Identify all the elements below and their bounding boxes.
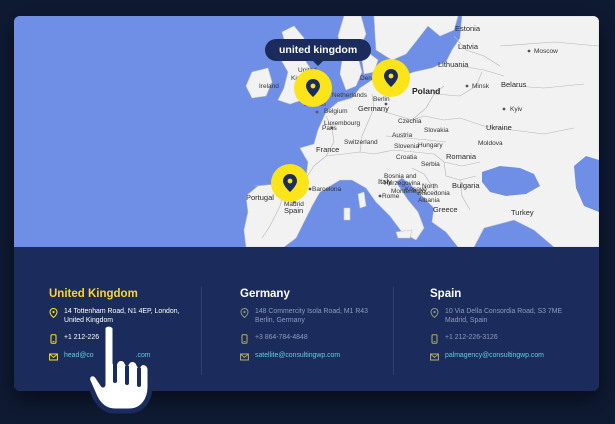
svg-text:Austria: Austria (392, 132, 413, 139)
address-text: 10 Via Della Consordia Road, S3 7ME Madr… (445, 308, 563, 324)
map-marker-icon (240, 308, 249, 318)
svg-text:Serbia: Serbia (421, 161, 440, 168)
svg-text:Belgium: Belgium (324, 108, 347, 115)
phone-row: +1 212-226-3126 (430, 334, 599, 344)
svg-text:Kyiv: Kyiv (510, 106, 523, 113)
map-marker-icon (430, 308, 439, 318)
phone-link[interactable]: +1 212-226-3126 (445, 334, 498, 341)
svg-text:Bulgaria: Bulgaria (452, 181, 480, 190)
svg-text:Romania: Romania (446, 152, 477, 161)
location-title: Germany (240, 288, 290, 300)
svg-text:Albania: Albania (418, 197, 440, 204)
location-title: Spain (430, 288, 462, 300)
svg-text:Estonia: Estonia (455, 24, 481, 33)
svg-text:Slovakia: Slovakia (424, 127, 449, 134)
svg-text:Rome: Rome (382, 193, 400, 200)
location-spain[interactable]: Spain 10 Via Della Consordia Road, S3 7M… (430, 288, 599, 369)
europe-map[interactable]: Estonia Latvia Lithuania Belarus Poland … (14, 16, 599, 247)
svg-text:Barcelona: Barcelona (312, 186, 342, 193)
location-germany[interactable]: Germany 148 Commercity Isola Road, M1 R4… (240, 288, 410, 369)
location-tooltip: united kingdom (265, 39, 372, 66)
svg-text:Berlin: Berlin (373, 96, 390, 103)
svg-text:Portugal: Portugal (246, 193, 274, 202)
svg-text:Greece: Greece (433, 205, 458, 214)
email-row: satellite@consultingwp.com (240, 352, 410, 361)
envelope-icon (430, 353, 439, 361)
address-row: 148 Commercity Isola Road, M1 R43 Berlin… (240, 308, 410, 325)
phone-icon (431, 334, 438, 344)
svg-text:Turkey: Turkey (511, 208, 534, 217)
address-row: 10 Via Della Consordia Road, S3 7ME Madr… (430, 308, 599, 325)
map-marker-icon (306, 79, 320, 97)
svg-text:France: France (316, 145, 339, 154)
svg-text:Netherlands: Netherlands (332, 92, 368, 99)
svg-text:Croatia: Croatia (396, 154, 417, 161)
envelope-icon (49, 353, 58, 361)
phone-row: +3 864-784-4848 (240, 334, 410, 344)
envelope-icon (240, 353, 249, 361)
svg-text:Bosnia and: Bosnia and (384, 173, 417, 180)
map-marker-icon (384, 69, 398, 87)
tooltip-label: united kingdom (279, 44, 358, 56)
svg-text:Lithuania: Lithuania (438, 60, 469, 69)
svg-text:Hungary: Hungary (418, 142, 443, 149)
email-row: palmagency@consultingwp.com (430, 352, 599, 361)
svg-text:Czechia: Czechia (398, 118, 422, 125)
svg-text:Ukraine: Ukraine (486, 123, 512, 132)
svg-text:Belarus: Belarus (501, 80, 527, 89)
map-pin-germany[interactable] (372, 59, 410, 97)
email-link[interactable]: satellite@consultingwp.com (255, 352, 340, 359)
svg-text:Germany: Germany (358, 104, 389, 113)
svg-text:Moscow: Moscow (534, 48, 558, 55)
svg-text:Poland: Poland (412, 86, 440, 96)
map-pin-uk[interactable] (294, 69, 332, 107)
svg-text:Slovenia: Slovenia (394, 143, 419, 150)
svg-text:Ireland: Ireland (259, 83, 279, 90)
map-marker-icon (49, 308, 58, 318)
svg-text:Moldova: Moldova (478, 140, 503, 147)
svg-text:Switzerland: Switzerland (344, 139, 378, 146)
map-pin-spain[interactable] (271, 164, 309, 202)
map-marker-icon (283, 174, 297, 192)
phone-icon (50, 334, 57, 344)
phone-icon (241, 334, 248, 344)
svg-text:Minsk: Minsk (472, 83, 490, 90)
column-divider (201, 287, 202, 375)
address-text: 148 Commercity Isola Road, M1 R43 Berlin… (255, 308, 368, 324)
hand-pointer-icon (85, 323, 153, 414)
column-divider (393, 287, 394, 375)
svg-text:Paris: Paris (322, 125, 338, 132)
location-title: United Kingdom (49, 288, 138, 300)
phone-link[interactable]: +3 864-784-4848 (255, 334, 308, 341)
svg-text:Latvia: Latvia (458, 42, 479, 51)
email-link[interactable]: palmagency@consultingwp.com (445, 352, 544, 359)
